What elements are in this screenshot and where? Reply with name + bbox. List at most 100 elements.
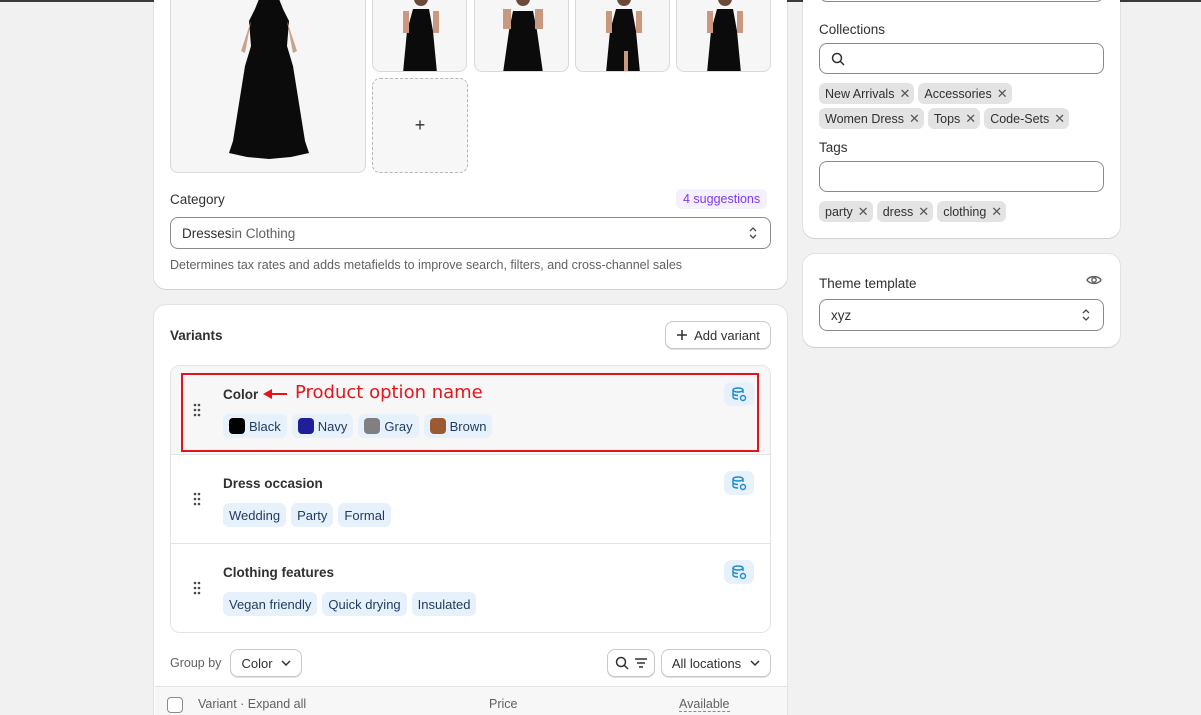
tag-label: dress [882, 204, 914, 219]
color-swatch [297, 418, 314, 434]
select-all-checkbox[interactable] [167, 697, 183, 713]
option-value-label: Black [249, 418, 281, 434]
product-thumb-1[interactable] [372, 0, 467, 72]
remove-tag-icon[interactable]: ✕ [918, 204, 929, 220]
option-value-label: Navy [317, 418, 348, 434]
locations-select[interactable]: All locations [661, 649, 771, 677]
category-select[interactable]: Dresses in Clothing [170, 217, 771, 249]
tag-label: Tops [933, 111, 961, 126]
tag-label: Code-Sets [990, 111, 1050, 126]
theme-template-value: xyz [831, 307, 852, 323]
metafield-database-icon[interactable] [724, 560, 754, 584]
metafield-database-icon[interactable] [724, 382, 754, 406]
option-value-label: Brown [449, 418, 487, 434]
tag-label: Accessories [924, 86, 992, 101]
select-chevrons-icon [749, 227, 757, 239]
variant-column-header: Variant · Expand all [198, 697, 307, 711]
remove-tag-icon[interactable]: ✕ [899, 86, 910, 102]
expand-all-link[interactable]: Expand all [248, 697, 306, 711]
theme-template-label: Theme template [819, 276, 917, 291]
remove-tag-icon[interactable]: ✕ [991, 204, 1002, 220]
option-value-chip: Vegan friendly [223, 592, 318, 616]
option-value-chip: Quick drying [322, 592, 407, 616]
drag-handle-icon[interactable] [193, 403, 201, 417]
option-value-chip: Navy [291, 414, 354, 438]
option-value-chip: Wedding [223, 503, 287, 527]
metafield-database-icon[interactable] [724, 471, 754, 495]
product-thumb-3[interactable] [575, 0, 670, 72]
group-by-value: Color [241, 655, 273, 671]
product-tag: party ✕ [819, 201, 873, 222]
group-by-label: Group by [170, 656, 222, 670]
collection-tag: New Arrivals ✕ [819, 83, 915, 104]
collections-tags-row-2: Women Dress ✕ Tops ✕ Code-Sets ✕ [819, 108, 1070, 129]
add-media-button[interactable]: + [372, 78, 468, 173]
tag-label: Women Dress [825, 111, 904, 126]
annotation-label: Product option name [295, 382, 483, 403]
collections-label: Collections [819, 22, 886, 37]
option-value-chip: Gray [358, 414, 419, 438]
annotation-arrow-icon [263, 389, 287, 399]
collection-tag: Tops ✕ [927, 108, 981, 129]
product-tags: party ✕ dress ✕ clothing ✕ [819, 201, 1007, 222]
option-values: Black Navy Gray Brown [223, 414, 493, 438]
remove-tag-icon[interactable]: ✕ [965, 111, 976, 127]
product-thumb-4[interactable] [676, 0, 771, 72]
option-values: Vegan friendly Quick drying Insulated [223, 592, 477, 616]
collections-search-input[interactable] [819, 43, 1104, 74]
remove-tag-icon[interactable]: ✕ [997, 86, 1008, 102]
option-name: Dress occasion [223, 476, 323, 491]
option-value-chip: Brown [423, 414, 493, 438]
tags-label: Tags [819, 140, 848, 155]
option-name: Color [223, 387, 259, 402]
option-value-label: Gray [384, 418, 413, 434]
color-swatch [429, 418, 446, 434]
option-row-dress-occasion[interactable]: Dress occasion Wedding Party Formal [171, 455, 770, 544]
main-product-image[interactable] [170, 0, 366, 173]
drag-handle-icon[interactable] [193, 492, 201, 506]
option-row-clothing-features[interactable]: Clothing features Vegan friendly Quick d… [171, 544, 770, 632]
collections-tags: New Arrivals ✕ Accessories ✕ [819, 83, 1012, 104]
add-variant-button[interactable]: Add variant [665, 321, 771, 349]
tag-label: party [825, 204, 853, 219]
locations-value: All locations [671, 655, 742, 671]
option-value-chip: Insulated [411, 592, 477, 616]
remove-tag-icon[interactable]: ✕ [858, 204, 869, 220]
chevron-down-icon [750, 660, 760, 667]
category-label: Category [170, 192, 225, 207]
variant-col-label: Variant [198, 697, 237, 711]
option-value-chip: Formal [338, 503, 391, 527]
variants-title: Variants [170, 328, 223, 343]
chevron-down-icon [281, 660, 291, 667]
option-value-chip: Black [223, 414, 287, 438]
variant-options-list: Color Black Navy Gray Brown Dress occasi… [170, 365, 771, 633]
drag-handle-icon[interactable] [193, 581, 201, 595]
category-parent: in Clothing [231, 225, 296, 241]
option-values: Wedding Party Formal [223, 503, 391, 527]
available-column-header[interactable]: Available [679, 697, 730, 712]
variants-table-header: Variant · Expand all Price Available [155, 686, 787, 715]
color-swatch [364, 418, 381, 434]
organization-top-field[interactable] [819, 0, 1104, 2]
category-suggestions-badge[interactable]: 4 suggestions [676, 189, 768, 209]
product-tag: dress ✕ [876, 201, 934, 222]
search-filter-button[interactable] [607, 649, 655, 677]
collection-tag: Women Dress ✕ [819, 108, 924, 129]
product-thumb-2[interactable] [474, 0, 569, 72]
remove-tag-icon[interactable]: ✕ [909, 111, 920, 127]
color-swatch [229, 418, 245, 434]
product-tag: clothing ✕ [937, 201, 1007, 222]
option-value-chip: Party [291, 503, 334, 527]
collection-tag: Code-Sets ✕ [984, 108, 1070, 129]
option-row-color[interactable]: Color Black Navy Gray Brown [171, 366, 770, 455]
plus-icon [677, 330, 688, 340]
add-variant-label: Add variant [694, 327, 760, 343]
eye-icon[interactable] [1086, 274, 1102, 286]
search-icon [831, 52, 845, 66]
group-by-select[interactable]: Color [230, 649, 302, 677]
remove-tag-icon[interactable]: ✕ [1054, 111, 1065, 127]
theme-template-select[interactable]: xyz [819, 299, 1104, 331]
tag-label: New Arrivals [825, 86, 895, 101]
category-help-text: Determines tax rates and adds metafields… [170, 258, 683, 272]
tags-input[interactable] [819, 161, 1104, 192]
